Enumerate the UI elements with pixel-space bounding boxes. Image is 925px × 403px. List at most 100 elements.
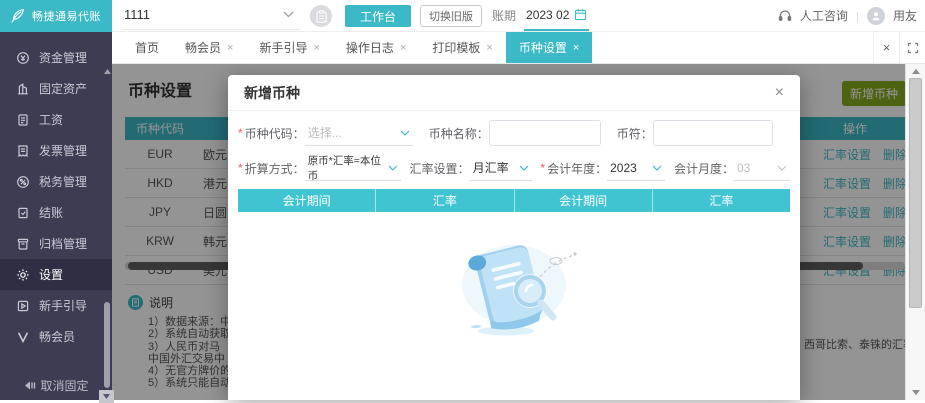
sidebar-item-label: 资金管理: [39, 49, 87, 66]
period-column-header: 会计期间: [515, 189, 653, 212]
currency-symbol-input[interactable]: [653, 120, 773, 146]
sidebar-item-member[interactable]: 畅会员: [0, 321, 112, 352]
switch-old-version-button[interactable]: 切换旧版: [420, 5, 482, 27]
sidebar-scroll-up-icon[interactable]: [104, 69, 111, 74]
tab-label: 新手引导: [259, 39, 307, 56]
support-link[interactable]: 人工咨询: [800, 7, 848, 24]
closing-icon: [16, 206, 30, 220]
avatar[interactable]: [867, 7, 885, 25]
rate-setting-select[interactable]: 月汇率: [470, 156, 532, 181]
tab-home[interactable]: 首页: [122, 32, 172, 63]
close-all-tabs-button[interactable]: ×: [873, 32, 899, 63]
gear-icon: [16, 268, 30, 282]
vertical-scrollbar-thumb[interactable]: [909, 78, 922, 308]
scroll-up-icon[interactable]: [912, 69, 920, 74]
sidebar-item-label: 固定资产: [39, 80, 87, 97]
modal-field-row-2: * 折算方式： 原币*汇率=本位币 汇率设置： 月汇率 * 会计年度： 2023…: [228, 154, 800, 182]
sidebar-item-salary[interactable]: 工资: [0, 104, 112, 135]
period-label: 账期: [492, 7, 516, 24]
conversion-method-select[interactable]: 原币*汇率=本位币: [305, 156, 401, 181]
accounting-period: 账期 2023 02: [492, 0, 589, 31]
tab-operation-log[interactable]: 操作日志 ×: [333, 32, 419, 63]
brand-name: 畅捷通易代账: [32, 8, 101, 24]
required-mark: *: [238, 126, 243, 140]
feather-logo-icon: [9, 7, 27, 25]
close-icon[interactable]: ×: [573, 42, 579, 54]
tab-label: 打印模板: [432, 39, 480, 56]
close-icon[interactable]: ×: [313, 42, 319, 54]
fiscal-month-label: 会计月度：: [674, 160, 734, 177]
required-mark: *: [540, 161, 545, 175]
sidebar-item-invoice[interactable]: 发票管理: [0, 135, 112, 166]
sidebar-item-fixed-assets[interactable]: 固定资产: [0, 73, 112, 104]
modal-title: 新增币种: [244, 83, 300, 103]
clipboard-icon[interactable]: [310, 5, 332, 27]
rate-column-header: 汇率: [653, 189, 790, 212]
currency-code-select[interactable]: 选择...: [305, 121, 413, 146]
tab-label: 币种设置: [519, 39, 567, 56]
archive-icon: [16, 237, 30, 251]
sidebar-item-label: 设置: [39, 266, 63, 283]
close-icon[interactable]: ×: [227, 42, 233, 54]
sidebar-item-archive[interactable]: 归档管理: [0, 228, 112, 259]
sidebar-item-label: 结账: [39, 204, 63, 221]
vertical-scrollbar[interactable]: [905, 64, 925, 400]
period-picker[interactable]: 2023 02: [524, 1, 589, 31]
tab-label: 操作日志: [346, 39, 394, 56]
sidebar-item-closing[interactable]: 结账: [0, 197, 112, 228]
chevron-down-icon: [777, 165, 787, 171]
tab-currency-settings[interactable]: 币种设置 ×: [506, 32, 592, 63]
close-icon[interactable]: ×: [400, 42, 406, 54]
unpin-sidebar-button[interactable]: 取消固定: [0, 377, 112, 394]
chevron-down-icon: [283, 11, 294, 18]
tab-guide[interactable]: 新手引导 ×: [246, 32, 332, 63]
scroll-down-icon: [103, 394, 110, 399]
username[interactable]: 用友: [893, 7, 917, 24]
guide-icon: [16, 299, 30, 313]
company-name: 1111: [124, 7, 150, 22]
workbench-button[interactable]: 工作台: [345, 5, 411, 27]
rate-column-header: 汇率: [376, 189, 514, 212]
fixed-assets-icon: [16, 82, 30, 96]
tab-label: 首页: [135, 39, 159, 56]
tab-bar: 首页 畅会员 × 新手引导 × 操作日志 × 打印模板 × 币种设置 × ×: [112, 32, 925, 64]
sidebar-item-settings[interactable]: 设置: [0, 259, 112, 290]
chevron-down-icon: [519, 165, 529, 171]
sidebar-item-label: 工资: [39, 111, 63, 128]
modal-header: 新增币种 ×: [228, 75, 800, 111]
app-logo: 畅捷通易代账: [0, 0, 112, 32]
sidebar-item-label: 归档管理: [39, 235, 87, 252]
currency-symbol-label: 币符：: [617, 125, 653, 142]
fiscal-year-select[interactable]: 2023: [607, 156, 665, 181]
rate-table-header: 会计期间 汇率 会计期间 汇率: [238, 189, 790, 212]
required-mark: *: [238, 161, 243, 175]
close-icon[interactable]: ×: [775, 85, 784, 101]
expand-icon: [907, 42, 919, 54]
fiscal-year-label: 会计年度：: [547, 160, 607, 177]
modal-field-row-1: * 币种代码： 选择... 币种名称： 币符：: [228, 119, 800, 147]
fullscreen-button[interactable]: [899, 32, 925, 63]
fiscal-month-select[interactable]: 03: [734, 156, 790, 181]
close-icon[interactable]: ×: [486, 42, 492, 54]
sidebar-item-label: 畅会员: [39, 328, 75, 345]
scroll-down-icon[interactable]: [912, 390, 920, 395]
sidebar-item-funds[interactable]: 资金管理: [0, 42, 112, 73]
sidebar-scrollbar-thumb[interactable]: [104, 302, 110, 388]
tab-print-template[interactable]: 打印模板 ×: [419, 32, 505, 63]
currency-name-label: 币种名称：: [429, 125, 489, 142]
salary-icon: [16, 113, 30, 127]
currency-name-input[interactable]: [489, 120, 601, 146]
tab-label: 畅会员: [185, 39, 221, 56]
sidebar-item-tax[interactable]: 税务管理: [0, 166, 112, 197]
currency-code-label: 币种代码：: [245, 125, 305, 142]
rate-setting-label: 汇率设置：: [410, 160, 470, 177]
collapse-pin-icon: [23, 380, 36, 391]
empty-state-illustration: [434, 227, 594, 347]
tab-member[interactable]: 畅会员 ×: [172, 32, 246, 63]
sidebar-item-guide[interactable]: 新手引导: [0, 290, 112, 321]
company-select[interactable]: 1111: [122, 0, 300, 30]
conversion-method-label: 折算方式：: [245, 160, 305, 177]
member-v-icon: [16, 330, 30, 344]
funds-icon: [16, 51, 30, 65]
user-icon: [870, 10, 882, 22]
